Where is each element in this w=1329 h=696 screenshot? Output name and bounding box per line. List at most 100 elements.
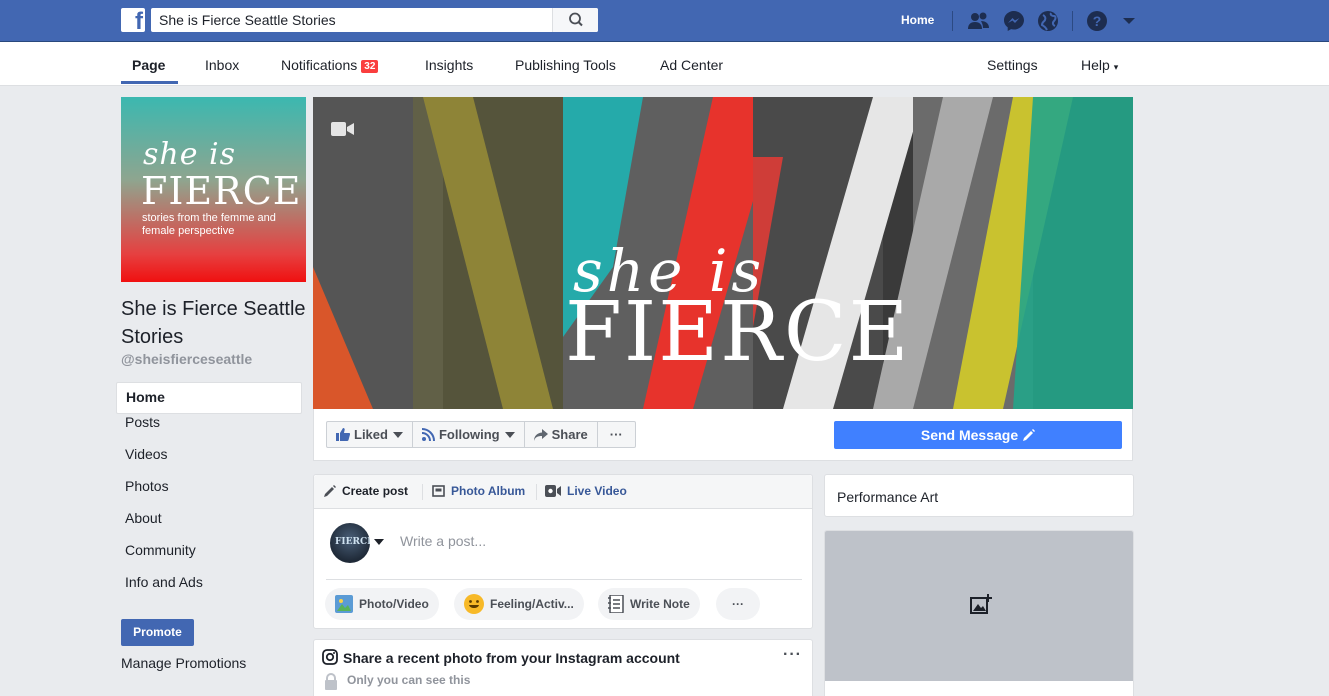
more-options-icon: ··· bbox=[732, 597, 744, 611]
tab-photo-album-label: Photo Album bbox=[451, 484, 526, 498]
tab-notifications[interactable]: Notifications 32 bbox=[281, 57, 379, 73]
tab-insights[interactable]: Insights bbox=[425, 57, 473, 73]
top-bar: f Home ? bbox=[0, 0, 1329, 42]
photo-album-icon bbox=[432, 485, 445, 497]
tab-create-post-label: Create post bbox=[342, 484, 409, 498]
caret-down-icon bbox=[392, 431, 403, 438]
more-options-button[interactable]: ··· bbox=[598, 422, 635, 447]
send-message-button[interactable]: Send Message bbox=[834, 421, 1122, 449]
share-arrow-icon bbox=[533, 428, 548, 441]
divider bbox=[326, 579, 802, 580]
lock-icon bbox=[325, 673, 337, 690]
share-button[interactable]: Share bbox=[525, 422, 598, 447]
friends-icon[interactable] bbox=[967, 9, 991, 33]
search-button[interactable] bbox=[552, 8, 598, 32]
following-button[interactable]: Following bbox=[413, 422, 525, 447]
instagram-card-options-icon[interactable]: ··· bbox=[783, 646, 802, 664]
live-video-icon bbox=[545, 485, 561, 497]
write-note-label: Write Note bbox=[630, 597, 690, 611]
divider bbox=[952, 11, 953, 31]
liked-button[interactable]: Liked bbox=[327, 422, 413, 447]
video-camera-icon[interactable] bbox=[331, 122, 355, 136]
thumbs-up-icon bbox=[336, 428, 350, 441]
page-category-card[interactable]: Performance Art bbox=[824, 474, 1134, 517]
cover-title-bottom: FIERCE bbox=[565, 285, 911, 380]
help-caret-icon: ▾ bbox=[1113, 62, 1119, 72]
add-photo-icon bbox=[970, 594, 992, 614]
profile-picture-title-top: she is bbox=[143, 137, 236, 172]
left-nav-item-videos[interactable]: Videos bbox=[116, 446, 302, 478]
tab-live-video[interactable]: Live Video bbox=[545, 484, 627, 498]
caret-down-icon[interactable] bbox=[1118, 9, 1142, 33]
left-nav-item-about[interactable]: About bbox=[116, 510, 302, 542]
tab-live-video-label: Live Video bbox=[567, 484, 627, 498]
post-text-input[interactable]: Write a post... bbox=[400, 533, 486, 549]
smiley-icon bbox=[464, 594, 484, 614]
tab-create-post[interactable]: Create post bbox=[324, 484, 408, 498]
tab-page[interactable]: Page bbox=[132, 57, 165, 73]
post-composer: Create post Photo Album Live Video FIERC… bbox=[313, 474, 813, 629]
tab-help-label: Help bbox=[1081, 57, 1110, 73]
search-icon bbox=[569, 12, 583, 27]
tab-publishing-tools[interactable]: Publishing Tools bbox=[515, 57, 616, 73]
search-input[interactable] bbox=[151, 8, 551, 32]
active-tab-indicator bbox=[121, 81, 178, 84]
photo-video-button[interactable]: Photo/Video bbox=[325, 588, 439, 620]
photo-placeholder[interactable] bbox=[825, 531, 1133, 681]
tab-photo-album[interactable]: Photo Album bbox=[432, 484, 525, 498]
tab-ad-center[interactable]: Ad Center bbox=[660, 57, 723, 73]
divider bbox=[1072, 11, 1073, 31]
avatar[interactable]: FIERCE bbox=[330, 523, 370, 563]
top-home-link[interactable]: Home bbox=[901, 13, 934, 27]
page-action-buttons: Liked Following Share ··· bbox=[326, 421, 636, 448]
write-note-button[interactable]: Write Note bbox=[598, 588, 700, 620]
promote-button[interactable]: Promote bbox=[121, 619, 194, 646]
caret-down-icon bbox=[504, 431, 515, 438]
photo-video-label: Photo/Video bbox=[359, 597, 429, 611]
left-nav-item-info-and-ads[interactable]: Info and Ads bbox=[116, 574, 302, 606]
feeling-activity-button[interactable]: Feeling/Activ... bbox=[454, 588, 584, 620]
page-nav: Page Inbox Notifications 32 Insights Publ… bbox=[0, 42, 1329, 86]
pencil-icon bbox=[1023, 429, 1036, 441]
avatar-text: FIERCE bbox=[335, 537, 370, 547]
caret-down-icon[interactable] bbox=[374, 539, 384, 545]
tab-settings[interactable]: Settings bbox=[987, 57, 1038, 73]
globe-icon[interactable] bbox=[1036, 9, 1060, 33]
help-icon[interactable]: ? bbox=[1085, 9, 1109, 33]
left-nav-item-community[interactable]: Community bbox=[116, 542, 302, 574]
messenger-icon[interactable] bbox=[1002, 9, 1026, 33]
pencil-icon bbox=[324, 485, 336, 497]
manage-promotions-link[interactable]: Manage Promotions bbox=[121, 655, 246, 671]
instagram-share-card: Share a recent photo from your Instagram… bbox=[313, 639, 813, 696]
liked-label: Liked bbox=[354, 427, 388, 442]
profile-picture[interactable]: she is FIERCE stories from the femme and… bbox=[121, 97, 306, 282]
left-nav-item-posts[interactable]: Posts bbox=[116, 414, 302, 446]
cover-photo[interactable]: she is FIERCE bbox=[313, 97, 1133, 409]
instagram-card-title: Share a recent photo from your Instagram… bbox=[343, 650, 680, 666]
page-handle[interactable]: @sheisfierceseattle bbox=[121, 351, 252, 367]
page-category: Performance Art bbox=[837, 489, 939, 505]
page-title[interactable]: She is Fierce Seattle Stories bbox=[121, 295, 306, 351]
left-nav-item-home[interactable]: Home bbox=[116, 382, 302, 414]
left-nav-item-photos[interactable]: Photos bbox=[116, 478, 302, 510]
instagram-icon bbox=[322, 649, 338, 665]
more-options-icon: ··· bbox=[609, 427, 623, 442]
more-options-button[interactable]: ··· bbox=[716, 588, 760, 620]
divider bbox=[422, 484, 423, 500]
following-label: Following bbox=[438, 427, 500, 442]
svg-text:?: ? bbox=[1093, 13, 1102, 29]
privacy-note: Only you can see this bbox=[347, 673, 471, 687]
note-icon bbox=[608, 595, 624, 613]
photo-icon bbox=[335, 595, 353, 613]
page-action-bar: Liked Following Share ··· Send Message bbox=[313, 409, 1133, 461]
left-nav: Home Posts Videos Photos About Community… bbox=[116, 382, 302, 606]
tab-inbox[interactable]: Inbox bbox=[205, 57, 239, 73]
feeling-activity-label: Feeling/Activ... bbox=[490, 597, 574, 611]
facebook-logo-icon[interactable]: f bbox=[121, 8, 145, 32]
notification-count-badge: 32 bbox=[361, 60, 379, 73]
share-label: Share bbox=[551, 427, 588, 442]
profile-picture-title-bottom: FIERCE bbox=[141, 169, 302, 213]
add-photo-card[interactable] bbox=[824, 530, 1134, 696]
tab-help[interactable]: Help ▾ bbox=[1081, 57, 1118, 73]
profile-picture-tagline: stories from the femme and female perspe… bbox=[142, 212, 276, 237]
